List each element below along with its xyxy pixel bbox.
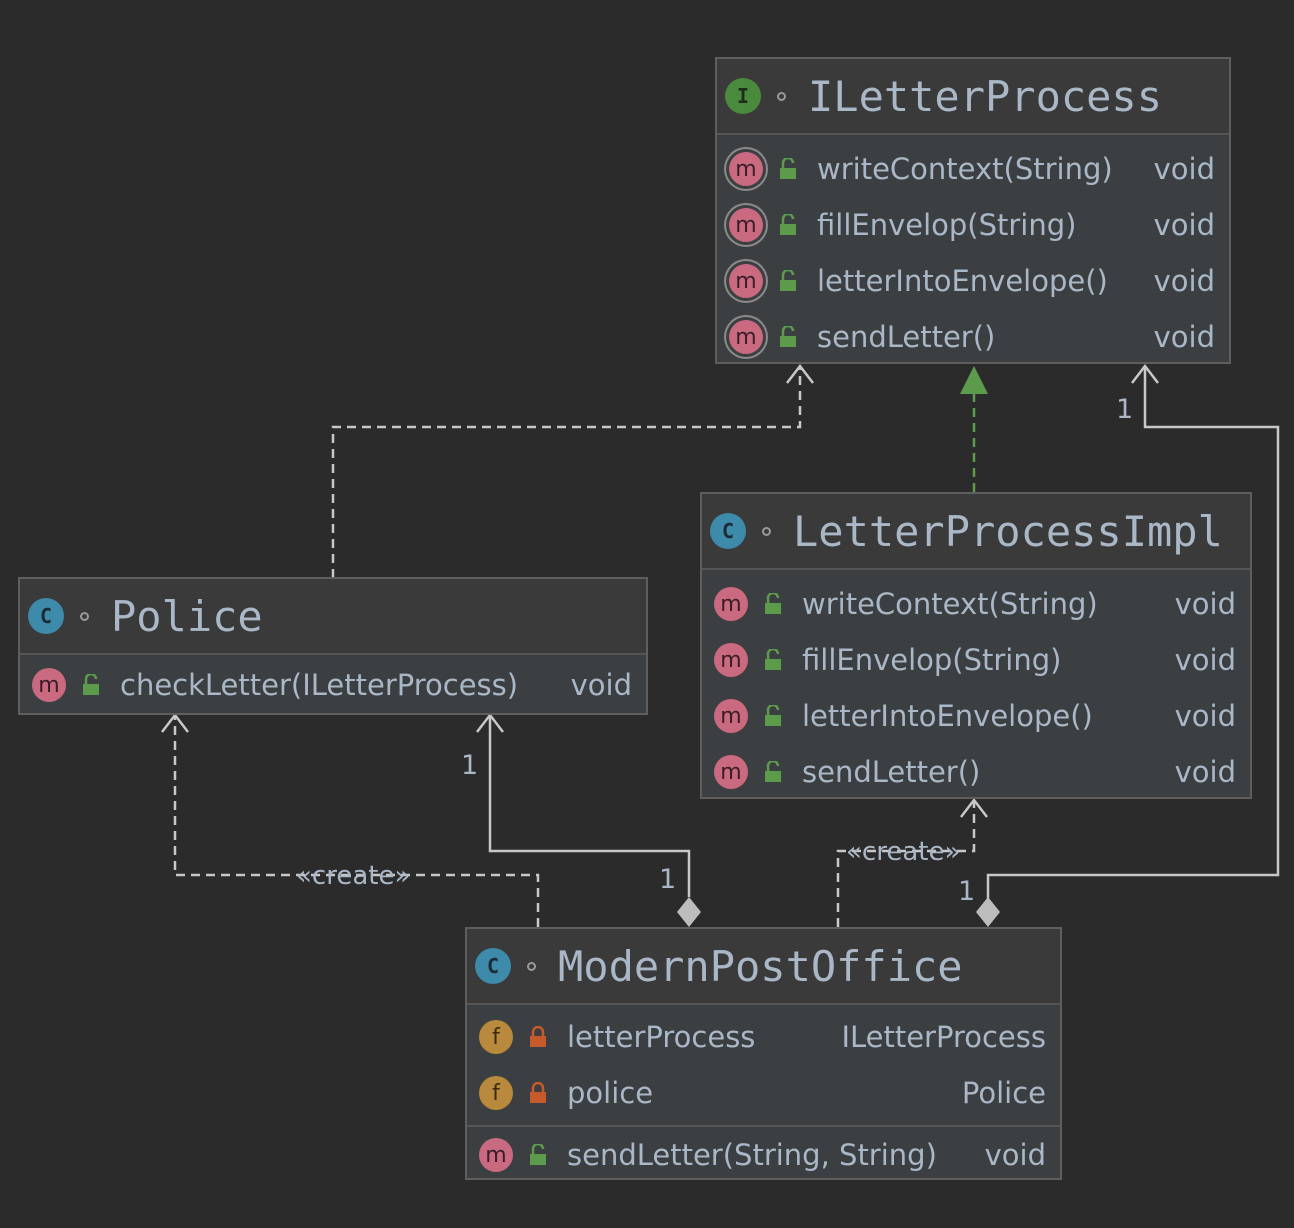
public-lock-icon: [762, 703, 784, 729]
class-icon: C: [710, 513, 746, 549]
method-return-type: void: [1153, 152, 1215, 186]
public-lock-icon: [80, 672, 102, 698]
edge-postoffice-creates-police: [173, 715, 540, 927]
methods-section: m writeContext(String) void m fillEnvelo…: [702, 570, 1250, 806]
public-lock-icon: [777, 156, 799, 182]
method-row[interactable]: m checkLetter(ILetterProcess) void: [20, 657, 646, 713]
mult-target-iletterprocess: 1: [1116, 394, 1133, 425]
method-row[interactable]: m sendLetter() void: [717, 309, 1229, 365]
method-name: letterIntoEnvelope(): [817, 264, 1108, 298]
class-header: C LetterProcessImpl: [702, 494, 1250, 570]
diamond-postoffice-letterprocess: [976, 897, 1000, 927]
mult-target-police: 1: [461, 750, 478, 781]
package-visibility-icon: [762, 526, 771, 536]
method-return-type: void: [1174, 643, 1236, 677]
stereotype-create-police: «create»: [296, 861, 410, 891]
public-lock-icon: [762, 647, 784, 673]
private-lock-icon: [527, 1024, 549, 1050]
public-lock-icon: [777, 268, 799, 294]
public-lock-icon: [527, 1142, 549, 1168]
public-lock-icon: [777, 324, 799, 350]
method-name: writeContext(String): [817, 152, 1113, 186]
field-icon: f: [479, 1020, 513, 1054]
class-header: C ModernPostOffice: [467, 929, 1060, 1005]
mult-source-police: 1: [659, 864, 676, 895]
method-return-type: void: [1174, 755, 1236, 789]
abstract-method-icon: m: [729, 264, 763, 298]
package-visibility-icon: [527, 961, 536, 971]
class-icon: C: [475, 948, 511, 984]
public-lock-icon: [762, 759, 784, 785]
abstract-method-icon: m: [729, 320, 763, 354]
method-name: sendLetter(String, String): [567, 1138, 937, 1172]
class-letterprocessimpl[interactable]: C LetterProcessImpl m writeContext(Strin…: [700, 492, 1252, 799]
interface-icon: I: [725, 78, 761, 114]
abstract-method-icon: m: [729, 152, 763, 186]
method-name: letterIntoEnvelope(): [802, 699, 1093, 733]
package-visibility-icon: [777, 91, 786, 101]
field-name: letterProcess: [567, 1020, 756, 1054]
class-modernpostoffice[interactable]: C ModernPostOffice f letterProcess ILett…: [465, 927, 1062, 1180]
method-icon: m: [714, 755, 748, 789]
stereotype-create-impl: «create»: [846, 837, 960, 867]
method-row[interactable]: m letterIntoEnvelope() void: [702, 688, 1250, 744]
fields-section: f letterProcess ILetterProcess f police …: [467, 1005, 1060, 1125]
field-icon: f: [479, 1076, 513, 1110]
method-icon: m: [32, 668, 66, 702]
field-type: Police: [961, 1076, 1046, 1110]
class-police[interactable]: C Police m checkLetter(ILetterProcess) v…: [18, 577, 648, 715]
method-row[interactable]: m sendLetter() void: [702, 744, 1250, 800]
mult-source-letterprocess: 1: [958, 876, 975, 907]
methods-section: m writeContext(String) void m fillEnvelo…: [717, 135, 1229, 371]
method-name: writeContext(String): [802, 587, 1098, 621]
field-row[interactable]: f letterProcess ILetterProcess: [467, 1009, 1060, 1065]
class-header: C Police: [20, 579, 646, 655]
class-title: ILetterProcess: [808, 71, 1163, 121]
field-type: ILetterProcess: [841, 1020, 1046, 1054]
method-icon: m: [714, 587, 748, 621]
method-icon: m: [714, 643, 748, 677]
method-name: fillEnvelop(String): [817, 208, 1077, 242]
diamond-postoffice-police: [677, 897, 701, 927]
method-icon: m: [479, 1138, 513, 1172]
method-name: checkLetter(ILetterProcess): [120, 668, 519, 702]
method-row[interactable]: m fillEnvelop(String) void: [702, 632, 1250, 688]
method-row[interactable]: m letterIntoEnvelope() void: [717, 253, 1229, 309]
method-return-type: void: [1174, 699, 1236, 733]
method-return-type: void: [1153, 208, 1215, 242]
public-lock-icon: [762, 591, 784, 617]
field-row[interactable]: f police Police: [467, 1065, 1060, 1121]
class-title: Police: [111, 591, 263, 641]
method-return-type: void: [570, 668, 632, 702]
class-title: ModernPostOffice: [558, 941, 963, 991]
abstract-method-icon: m: [729, 208, 763, 242]
methods-section: m checkLetter(ILetterProcess) void: [20, 655, 646, 715]
method-return-type: void: [1153, 264, 1215, 298]
class-title: LetterProcessImpl: [793, 506, 1223, 556]
class-iletterprocess[interactable]: I ILetterProcess m writeContext(String) …: [715, 57, 1231, 364]
private-lock-icon: [527, 1080, 549, 1106]
method-row[interactable]: m writeContext(String) void: [702, 576, 1250, 632]
method-name: sendLetter(): [817, 320, 996, 354]
method-row[interactable]: m sendLetter(String, String) void: [467, 1127, 1060, 1183]
field-name: police: [567, 1076, 654, 1110]
method-return-type: void: [984, 1138, 1046, 1172]
method-return-type: void: [1153, 320, 1215, 354]
public-lock-icon: [777, 212, 799, 238]
method-name: fillEnvelop(String): [802, 643, 1062, 677]
class-header: I ILetterProcess: [717, 59, 1229, 135]
method-return-type: void: [1174, 587, 1236, 621]
method-name: sendLetter(): [802, 755, 981, 789]
method-row[interactable]: m writeContext(String) void: [717, 141, 1229, 197]
class-icon: C: [28, 598, 64, 634]
package-visibility-icon: [80, 611, 89, 621]
method-row[interactable]: m fillEnvelop(String) void: [717, 197, 1229, 253]
method-icon: m: [714, 699, 748, 733]
methods-section: m sendLetter(String, String) void: [467, 1125, 1060, 1183]
